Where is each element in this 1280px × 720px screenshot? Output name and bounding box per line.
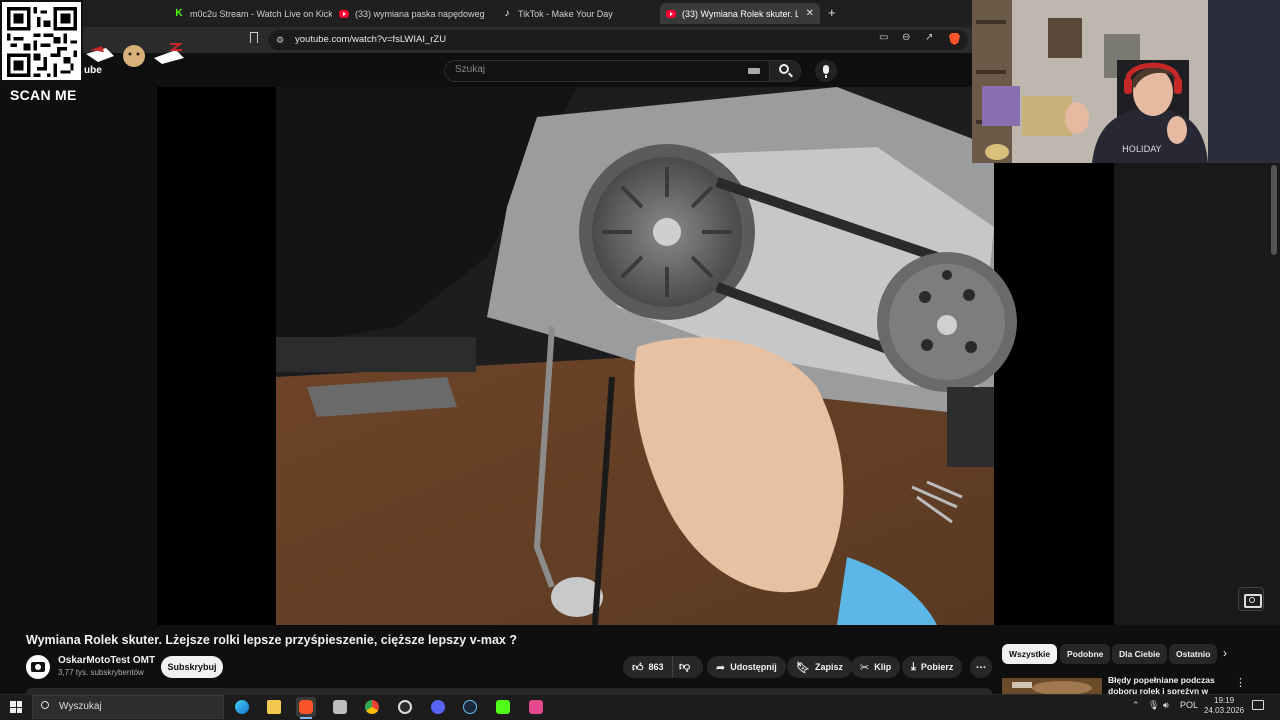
clock-date: 24.03.2026 (1204, 706, 1245, 715)
app-icon[interactable] (330, 697, 350, 717)
youtube-icon (666, 9, 676, 18)
recommendation-thumbnail[interactable] (1002, 678, 1102, 694)
channel-avatar[interactable] (26, 655, 50, 679)
chip-for-you[interactable]: Dla Ciebie (1112, 644, 1168, 664)
edge-icon[interactable] (232, 697, 252, 717)
active-app-indicator (300, 717, 312, 719)
webcam-overlay: HOLIDAY (972, 0, 1280, 163)
browser-tab-bar: K m0c2u Stream - Watch Live on Kick (33)… (0, 0, 972, 27)
cast-icon[interactable]: ▭ (879, 32, 888, 43)
screenshot-camera-button[interactable] (1238, 587, 1264, 611)
sidebar-background (1114, 163, 1280, 625)
camera-icon (31, 662, 45, 672)
download-button[interactable]: ⤓ Pobierz (902, 656, 963, 678)
clip-button[interactable]: ✂ Klip (851, 656, 901, 678)
voice-search-button[interactable] (815, 60, 837, 82)
windows-start-icon[interactable] (10, 701, 22, 713)
volume-icon[interactable]: 🔊︎ (1163, 700, 1169, 711)
clock-time: 19:19 (1214, 696, 1235, 705)
subscribe-button[interactable]: Subskrybuj (161, 656, 223, 678)
tab-youtube-active[interactable]: (33) Wymiana Rolek skuter. Lżej ✕ (660, 3, 820, 24)
url-text[interactable]: youtube.com/watch?v=fsLWIAI_rZU (295, 34, 446, 45)
tab-label: TikTok - Make Your Day (518, 8, 613, 19)
more-actions-button[interactable]: … (970, 656, 992, 678)
keyboard-icon[interactable] (748, 68, 760, 74)
chip-all[interactable]: Wszystkie (1002, 644, 1058, 664)
file-explorer-icon[interactable] (264, 697, 284, 717)
youtube-icon (339, 9, 349, 18)
tab-label: (33) wymiana paska napędowego sk (355, 8, 485, 19)
tab-youtube-belt[interactable]: (33) wymiana paska napędowego sk (339, 3, 485, 24)
thumbs-up-icon: 👍︎ (632, 661, 644, 674)
close-tab-icon[interactable]: ✕ (806, 8, 814, 19)
tiktok-icon: ♪ (504, 7, 510, 19)
search-placeholder: Szukaj (455, 64, 486, 75)
clip-label: Klip (874, 662, 892, 672)
taskbar-search-placeholder: Wyszukaj (59, 701, 102, 712)
search-icon (779, 64, 789, 74)
tab-label: (33) Wymiana Rolek skuter. Lżej (682, 8, 798, 19)
like-count: 863 (648, 662, 664, 672)
recommendation-title[interactable]: Błędy popełniane podczas doboru rolek i … (1108, 675, 1220, 696)
share-icon[interactable]: ↗ (925, 32, 933, 43)
kick-app-icon[interactable] (493, 697, 513, 717)
taskbar-clock[interactable]: 19:19 24.03.2026 (1204, 696, 1244, 716)
bookmark-icon[interactable] (250, 32, 258, 43)
video-player[interactable] (157, 87, 1114, 625)
chip-related[interactable]: Podobne (1060, 644, 1111, 664)
subscriber-count: 3,77 tys. subskrybentów (58, 668, 144, 677)
youtube-logo-fragment: ube (84, 65, 102, 76)
channel-name[interactable]: OskarMotoTest OMT (58, 655, 155, 666)
site-settings-icon[interactable]: ⚙ (276, 35, 284, 46)
chip-recent[interactable]: Ostatnio (1169, 644, 1218, 664)
new-tab-icon[interactable]: + (828, 5, 836, 20)
discord-icon[interactable] (428, 697, 448, 717)
kick-icon: K (174, 7, 184, 19)
svg-text:HOLIDAY: HOLIDAY (1122, 145, 1162, 155)
save-label: Zapisz (814, 662, 843, 672)
bookmark-icon: 🔖︎ (796, 661, 810, 674)
share-button[interactable]: ➦ Udostępnij (707, 656, 786, 678)
microphone-icon[interactable]: 🎙︎ (1148, 700, 1159, 711)
obs-icon[interactable] (395, 697, 415, 717)
tab-kick[interactable]: K m0c2u Stream - Watch Live on Kick (174, 3, 332, 24)
scrollbar[interactable] (1271, 165, 1277, 255)
search-input[interactable] (444, 60, 770, 82)
like-dislike-group: 👍︎ 863 👎︎ (623, 656, 703, 678)
tab-tiktok[interactable]: ♪ TikTok - Make Your Day (502, 3, 652, 24)
zoom-icon[interactable]: ⊖ (902, 32, 910, 43)
video-title: Wymiana Rolek skuter. Lżejsze rolki leps… (26, 633, 517, 647)
kebab-menu-icon[interactable]: ⋮ (1235, 676, 1246, 689)
app-icon[interactable] (526, 697, 546, 717)
share-label: Udostępnij (730, 662, 777, 672)
like-button[interactable]: 👍︎ 863 (623, 656, 673, 678)
download-icon: ⤓ (911, 660, 916, 673)
scissors-icon: ✂ (860, 661, 870, 674)
chevron-right-icon[interactable]: › (1223, 646, 1227, 660)
scan-me-label: SCAN ME (10, 87, 77, 103)
save-button[interactable]: 🔖︎ Zapisz (787, 656, 852, 678)
qr-code (0, 0, 83, 82)
chevron-up-icon[interactable]: ⌃ (1132, 700, 1140, 711)
language-indicator[interactable]: POL (1180, 700, 1198, 710)
download-label: Pobierz (920, 662, 954, 672)
brave-browser-icon[interactable] (296, 697, 316, 717)
notification-icon[interactable] (1252, 700, 1264, 710)
tab-label: m0c2u Stream - Watch Live on Kick (190, 8, 332, 19)
chrome-icon[interactable] (362, 697, 382, 717)
share-arrow-icon: ➦ (716, 661, 726, 674)
search-icon (41, 701, 49, 709)
dislike-button[interactable]: 👎︎ (679, 660, 690, 673)
steam-icon[interactable] (460, 697, 480, 717)
video-frame (157, 87, 1114, 625)
